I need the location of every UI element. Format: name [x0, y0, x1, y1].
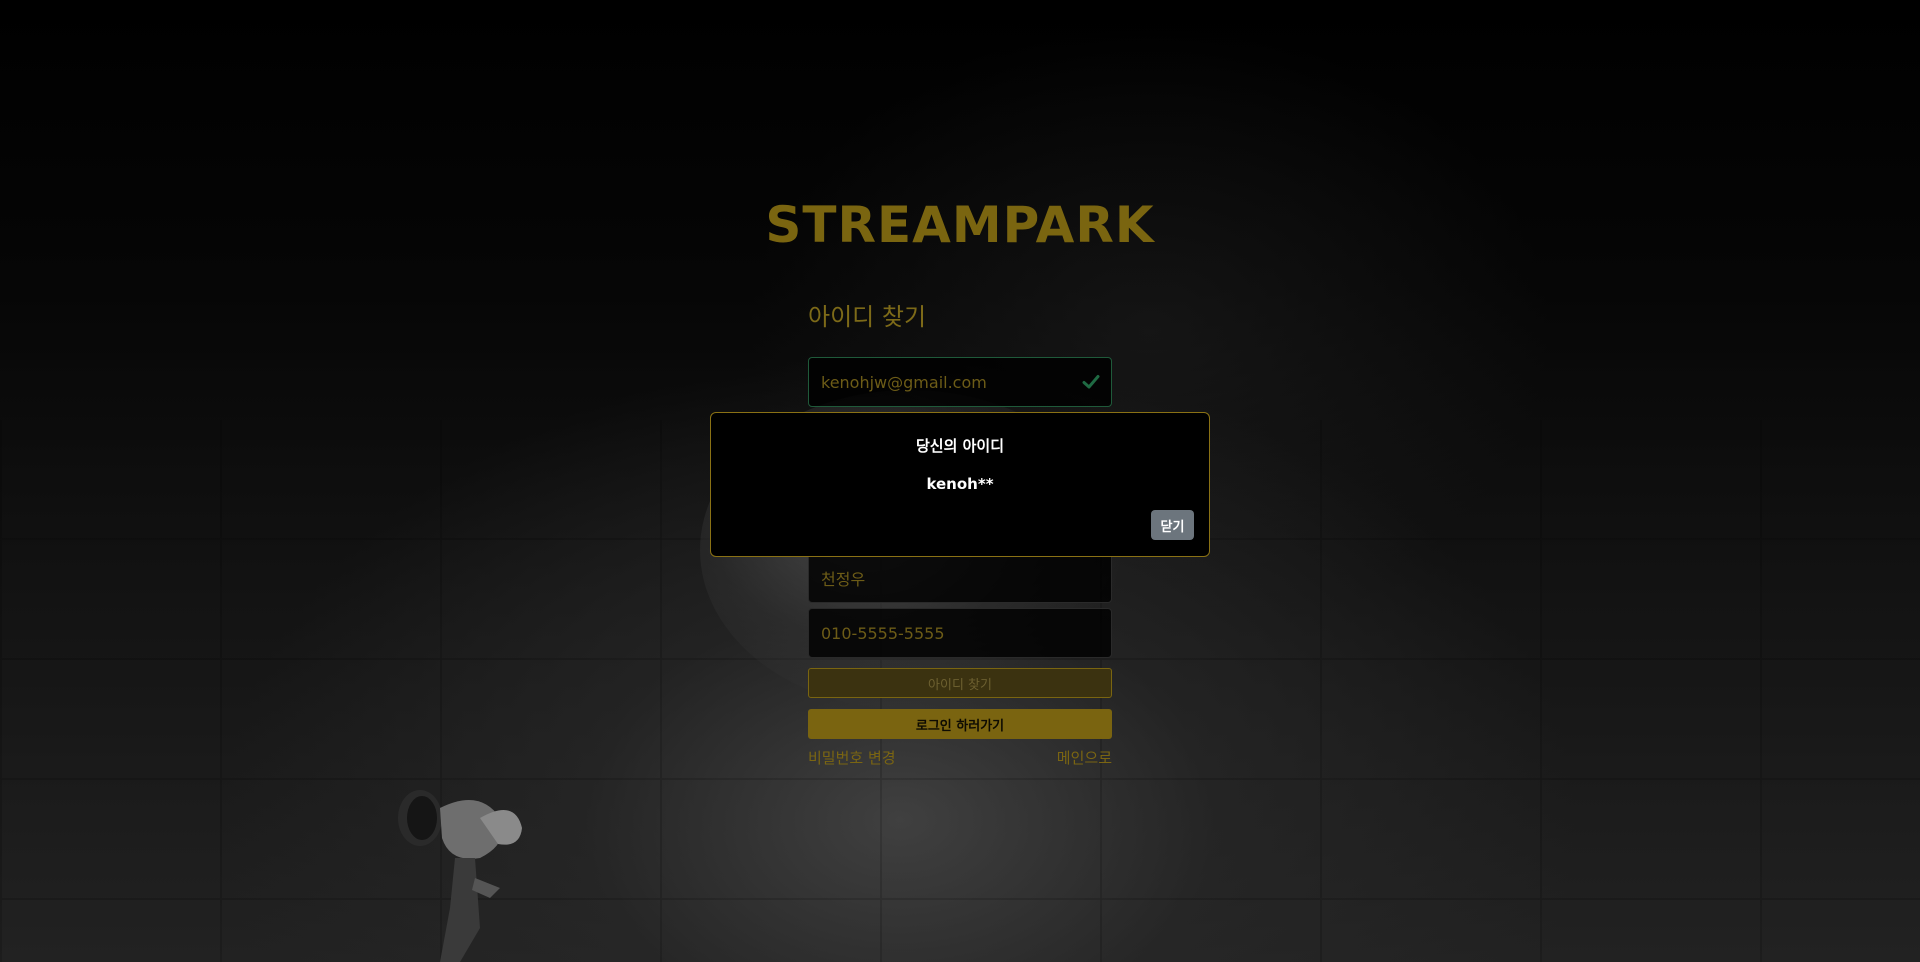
page-background: STREAMPARK 아이디 찾기 kenohjw@gmail.com 천정우 …	[0, 0, 1920, 962]
name-value: 천정우	[821, 570, 866, 589]
check-icon	[1082, 375, 1100, 389]
go-to-login-button[interactable]: 로그인 하러가기	[808, 709, 1112, 739]
form-links: 비밀번호 변경 메인으로	[808, 747, 1112, 768]
name-field[interactable]: 천정우	[808, 553, 1112, 603]
form-title: 아이디 찾기	[808, 303, 927, 331]
change-password-link[interactable]: 비밀번호 변경	[808, 747, 896, 768]
phone-value: 010-5555-5555	[821, 623, 945, 643]
modal-close-button[interactable]: 닫기	[1151, 510, 1194, 540]
brand-logo[interactable]: STREAMPARK	[0, 196, 1920, 254]
main-page-link[interactable]: 메인으로	[1057, 747, 1112, 768]
found-id-text: kenoh**	[926, 475, 994, 493]
email-value: kenohjw@gmail.com	[821, 372, 987, 392]
found-id-modal: 당신의 아이디 kenoh** 닫기	[710, 412, 1210, 557]
email-field[interactable]: kenohjw@gmail.com	[808, 357, 1112, 407]
find-id-button[interactable]: 아이디 찾기	[808, 668, 1112, 698]
modal-title: 당신의 아이디	[915, 437, 1005, 455]
background-figure-image	[398, 790, 522, 962]
phone-field[interactable]: 010-5555-5555	[808, 608, 1112, 658]
